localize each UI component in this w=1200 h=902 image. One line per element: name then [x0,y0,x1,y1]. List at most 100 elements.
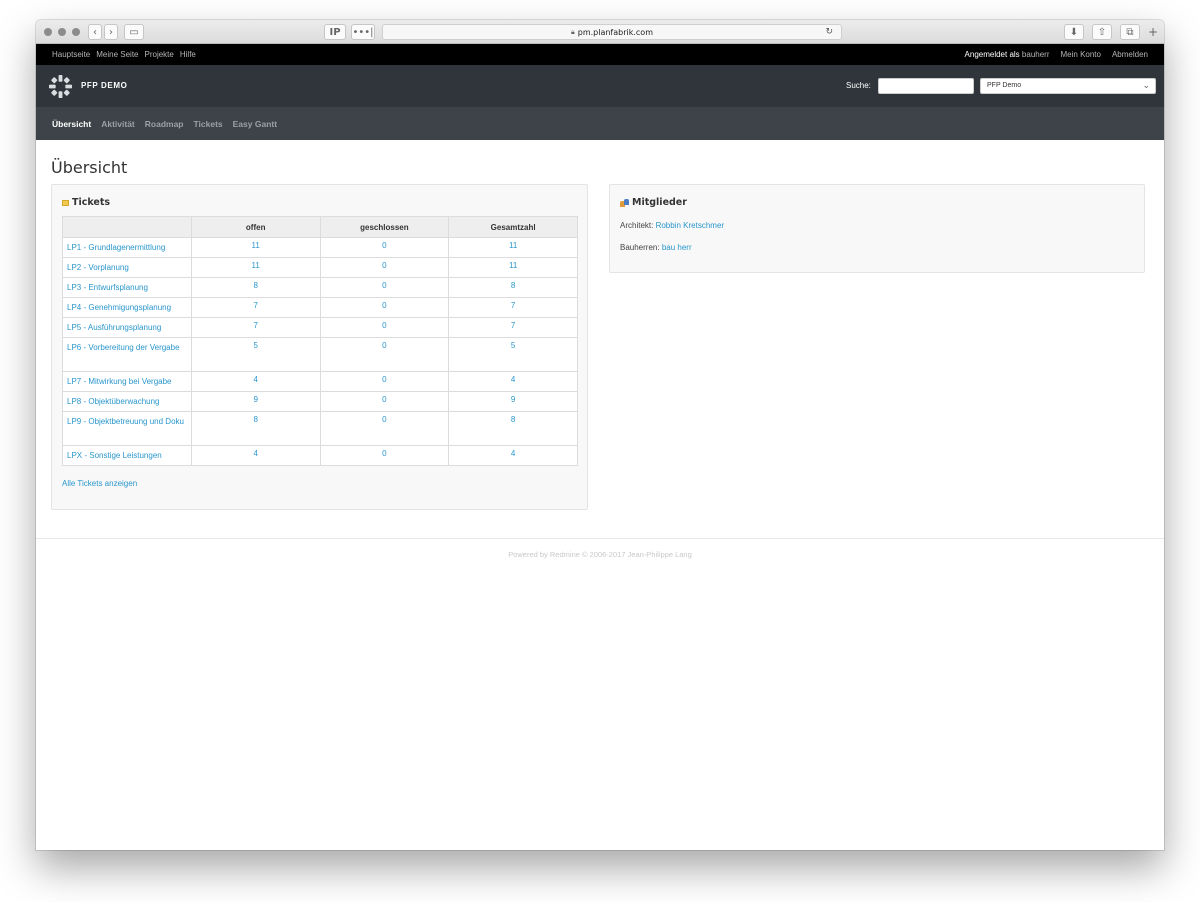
extension-button[interactable]: •••| [351,24,375,40]
close-window-icon[interactable] [44,28,52,36]
open-count-link[interactable]: 11 [190,257,321,278]
tracker-link[interactable]: LP4 - Genehmigungsplanung [62,297,192,318]
total-count-link[interactable]: 8 [448,277,578,298]
total-count-link[interactable]: 8 [448,411,578,446]
total-count-link[interactable]: 11 [448,237,578,258]
open-count-link[interactable]: 5 [190,337,321,372]
all-tickets-link[interactable]: Alle Tickets anzeigen [62,479,137,488]
chevron-down-icon: ⌄ [1142,80,1150,90]
url-text: pm.planfabrik.com [577,27,653,37]
my-account-link[interactable]: Mein Konto [1061,50,1101,59]
table-row: LP6 - Vorbereitung der Vergabe 5 0 5 [62,337,578,372]
total-count-link[interactable]: 7 [448,317,578,338]
zoom-window-icon[interactable] [72,28,80,36]
browser-window: ‹ › ▭ IP •••| 🔒︎ pm.planfabrik.com ↻ ⬇ ⇧… [36,20,1164,850]
open-count-link[interactable]: 8 [190,277,321,298]
total-count-link[interactable]: 5 [448,337,578,372]
logged-in-user[interactable]: bauherr [1022,50,1050,59]
members-box: Mitglieder Architekt: Robbin Kretschmer … [609,184,1145,273]
tracker-link[interactable]: LP9 - Objektbetreuung und Doku [62,411,192,446]
total-count-link[interactable]: 7 [448,297,578,318]
architect-entry: Architekt: Robbin Kretschmer [620,221,724,230]
owners-entry: Bauherren: bau herr [620,243,692,252]
open-count-link[interactable]: 8 [190,411,321,446]
top-menu-help[interactable]: Hilfe [180,50,196,59]
closed-count-link[interactable]: 0 [319,297,450,318]
address-bar[interactable]: 🔒︎ pm.planfabrik.com ↻ [382,24,842,40]
closed-count-link[interactable]: 0 [319,317,450,338]
browser-toolbar: ‹ › ▭ IP •••| 🔒︎ pm.planfabrik.com ↻ ⬇ ⇧… [36,20,1164,44]
tracker-link[interactable]: LP6 - Vorbereitung der Vergabe [62,337,192,372]
tickets-table: offen geschlossen Gesamtzahl LP1 - Grund… [62,216,578,466]
architect-link[interactable]: Robbin Kretschmer [656,221,724,230]
tracker-link[interactable]: LP8 - Objektüberwachung [62,391,192,412]
top-menu-home[interactable]: Hauptseite [52,50,90,59]
top-menu-projects[interactable]: Projekte [145,50,174,59]
total-count-link[interactable]: 11 [448,257,578,278]
tab-tickets[interactable]: Tickets [194,119,223,129]
closed-count-link[interactable]: 0 [319,391,450,412]
total-count-link[interactable]: 4 [448,445,578,466]
brand-logo-icon [48,74,73,99]
top-menu-my-page[interactable]: Meine Seite [96,50,138,59]
open-count-link[interactable]: 4 [190,445,321,466]
footer-text: Powered by Redmine © 2006-2017 Jean-Phil… [508,550,692,559]
forward-icon[interactable]: › [104,24,118,40]
downloads-icon[interactable]: ⬇ [1064,24,1084,40]
open-count-link[interactable]: 4 [190,371,321,392]
page-title: Übersicht [51,158,128,177]
table-row: LP4 - Genehmigungsplanung 7 0 7 [62,297,578,318]
table-row: LP5 - Ausführungsplanung 7 0 7 [62,317,578,338]
main-menu: Übersicht Aktivität Roadmap Tickets Easy… [36,107,1164,140]
closed-count-link[interactable]: 0 [319,371,450,392]
tracker-link[interactable]: LPX - Sonstige Leistungen [62,445,192,466]
tickets-title-label: Tickets [72,197,111,208]
table-row: LP9 - Objektbetreuung und Doku 8 0 8 [62,411,578,446]
open-count-link[interactable]: 11 [190,237,321,258]
tracker-link[interactable]: LP1 - Grundlagenermittlung [62,237,192,258]
header: PFP DEMO Suche: PFP Demo ⌄ [36,65,1164,107]
total-count-link[interactable]: 9 [448,391,578,412]
owners-label: Bauherren: [620,243,660,252]
closed-count-link[interactable]: 0 [319,337,450,372]
sidebar-icon[interactable]: ▭ [124,24,144,40]
tab-overview[interactable]: Übersicht [52,119,91,129]
closed-count-link[interactable]: 0 [319,277,450,298]
column-header-closed: geschlossen [319,216,450,238]
tab-activity[interactable]: Aktivität [101,119,135,129]
tabs-icon[interactable]: ⧉ [1120,24,1140,40]
window-controls [44,28,80,36]
back-icon[interactable]: ‹ [88,24,102,40]
open-count-link[interactable]: 7 [190,297,321,318]
tracker-link[interactable]: LP7 - Mitwirkung bei Vergabe [62,371,192,392]
table-row: LP1 - Grundlagenermittlung 11 0 11 [62,237,578,258]
tab-roadmap[interactable]: Roadmap [145,119,184,129]
ticket-icon [62,199,69,206]
open-count-link[interactable]: 9 [190,391,321,412]
search-input[interactable] [878,78,974,94]
tab-easy-gantt[interactable]: Easy Gantt [233,119,277,129]
logged-in-status: Angemeldet als bauherr [965,50,1050,59]
closed-count-link[interactable]: 0 [319,445,450,466]
new-tab-icon[interactable]: + [1146,24,1160,40]
minimize-window-icon[interactable] [58,28,66,36]
members-title-label: Mitglieder [632,197,687,208]
ip-extension-button[interactable]: IP [324,24,346,40]
closed-count-link[interactable]: 0 [319,411,450,446]
share-icon[interactable]: ⇧ [1092,24,1112,40]
reload-icon[interactable]: ↻ [825,27,833,37]
closed-count-link[interactable]: 0 [319,257,450,278]
tracker-link[interactable]: LP3 - Entwurfsplanung [62,277,192,298]
tracker-link[interactable]: LP5 - Ausführungsplanung [62,317,192,338]
open-count-link[interactable]: 7 [190,317,321,338]
owner-link[interactable]: bau herr [662,243,692,252]
logout-link[interactable]: Abmelden [1112,50,1148,59]
column-header-tracker [62,216,192,238]
column-header-total: Gesamtzahl [448,216,578,238]
table-row: LPX - Sonstige Leistungen 4 0 4 [62,445,578,466]
closed-count-link[interactable]: 0 [319,237,450,258]
total-count-link[interactable]: 4 [448,371,578,392]
project-select-value: PFP Demo [987,82,1022,89]
project-jump-select[interactable]: PFP Demo ⌄ [980,78,1156,94]
tracker-link[interactable]: LP2 - Vorplanung [62,257,192,278]
